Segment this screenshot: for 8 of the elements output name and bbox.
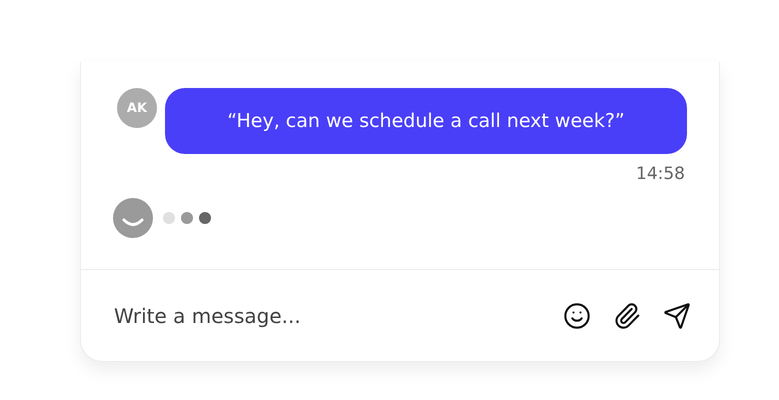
smiling-avatar-icon [113,198,153,238]
message-bubble: “Hey, can we schedule a call next week?” [165,88,687,154]
message-time: 14:58 [636,164,686,184]
attach-button[interactable] [613,302,641,330]
emoji-button[interactable] [563,302,591,330]
avatar: AK [117,88,157,128]
message-input[interactable]: Write a message... [112,302,541,328]
send-button[interactable] [663,302,691,330]
